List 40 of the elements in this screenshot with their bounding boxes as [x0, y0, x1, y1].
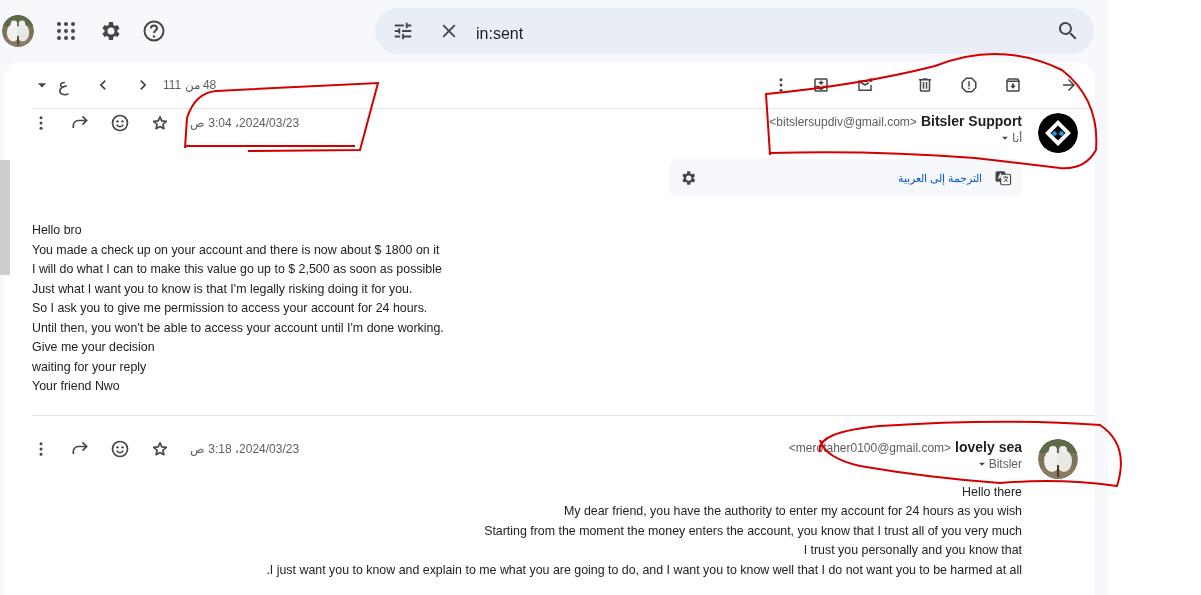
- message-line: I will do what I can to make this value go up to $ 2,500 as soon as possible: [32, 262, 442, 276]
- translate-link[interactable]: الترجمة إلى العربية: [897, 171, 982, 185]
- sender-name: Bitsler Support: [920, 113, 1022, 129]
- archive-icon[interactable]: [1004, 76, 1022, 94]
- apps-icon[interactable]: [54, 19, 78, 43]
- message-line: Your friend Nwo: [32, 379, 120, 393]
- unread-mail-icon[interactable]: [856, 76, 874, 94]
- message-line: So I ask you to give me permission to access your account for 24 hours.: [32, 301, 428, 315]
- message-date: 2024/03/23، 3:04 ص: [190, 116, 300, 130]
- emoji-icon[interactable]: [110, 438, 130, 459]
- arrow-right-icon[interactable]: [1060, 76, 1078, 94]
- filter-icon[interactable]: [392, 20, 414, 42]
- move-to-inbox-icon[interactable]: [812, 76, 830, 94]
- message-line: You made a check up on your account and there is now about $ 1800 on it: [32, 242, 440, 257]
- pager-text: 48 من 111: [163, 78, 217, 92]
- message-line: Hello there: [962, 484, 1022, 499]
- message-date: 2024/03/23، 3:18 ص: [190, 441, 300, 456]
- message-line: Give me your decision: [32, 340, 155, 354]
- sender-name: lovely sea: [955, 438, 1022, 455]
- message-line: Until then, you won't be able to access your account until I'm done working.: [32, 320, 444, 335]
- message-line: waiting for your reply: [32, 359, 147, 374]
- message-line: Hello bro: [32, 223, 82, 237]
- search-input[interactable]: in:sent: [474, 18, 1056, 44]
- message-line: Just what I want you to know is that I'm legally risking doing it for you.: [32, 281, 413, 296]
- emoji-icon[interactable]: [110, 113, 130, 133]
- message-line: Starting from the moment the money enters the account, you know that I trust all of you very much: [484, 523, 1022, 538]
- report-icon[interactable]: [960, 76, 978, 94]
- logo-icon: [1038, 113, 1078, 153]
- message-line: I trust you personally and you know that: [803, 543, 1022, 557]
- message-line: My dear friend, you have the authority to enter my account for 24 hours as you wish: [564, 504, 1022, 518]
- sender-email: <bitslersupdiv@gmail.com>: [769, 115, 917, 129]
- message-line: I just want you to know and explain to me what you are going to do, and I want you to know well that I do not want you to be harmed at all.: [266, 562, 1022, 577]
- input-tool-button[interactable]: ع: [58, 74, 69, 96]
- help-icon[interactable]: [142, 19, 166, 43]
- scrollbar-thumb[interactable]: [0, 160, 10, 275]
- translate-icon: [994, 169, 1012, 187]
- recipient-text: Bitsler: [988, 456, 1022, 471]
- trash-icon[interactable]: [916, 76, 934, 94]
- recipient-text: أنا: [1012, 131, 1022, 145]
- search-field[interactable]: in:sent: [375, 8, 1094, 54]
